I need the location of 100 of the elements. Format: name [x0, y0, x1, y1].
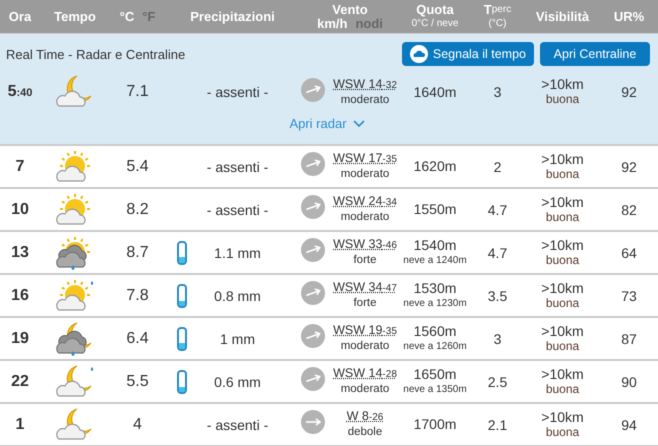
freezing-level: 1700m: [414, 417, 456, 432]
column-header: Visibilità: [534, 9, 590, 24]
hour-label: 19: [10, 330, 30, 348]
humidity-value: 92: [620, 84, 638, 100]
column-header: Quota: [416, 2, 454, 16]
wind-strength: moderato: [340, 382, 390, 397]
precipitation-gauge: [177, 240, 187, 264]
wind-direction-icon: [300, 280, 326, 306]
wind-gust-link[interactable]: -35: [382, 324, 397, 339]
wind-strength: forte: [353, 296, 376, 311]
chevron-down-icon[interactable]: [352, 120, 365, 128]
snow-level: neve a 1350m: [403, 382, 467, 396]
wind-speed-link[interactable]: W 8: [346, 409, 369, 424]
column-subtitle: 0°C / neve: [412, 16, 458, 30]
wind-speed-link[interactable]: WSW 17: [333, 151, 382, 166]
freezing-level: 1620m: [414, 159, 456, 174]
wind-direction-icon: [300, 76, 326, 102]
precipitation-gauge: [177, 284, 187, 308]
wind-gust-link[interactable]: -34: [382, 195, 397, 210]
wind-strength: moderato: [340, 339, 390, 354]
temperature: 8.2: [125, 200, 150, 218]
visibility-value: >10km: [541, 238, 584, 252]
wind-gust-link[interactable]: -46: [382, 238, 397, 253]
precipitation-gauge: [177, 326, 187, 350]
temperature: 7.1: [125, 83, 150, 101]
hour-label: 1: [14, 416, 26, 434]
wind-gust-link[interactable]: -47: [382, 281, 397, 296]
visibility-value: >10km: [541, 324, 584, 338]
perceived-temperature: 3: [492, 84, 502, 100]
cloud-icon: [410, 45, 428, 63]
freezing-level: 1540m: [414, 238, 456, 252]
hour-label: 5:40: [6, 83, 34, 101]
wind-gust-link[interactable]: -35: [382, 152, 397, 167]
wind-strength: forte: [353, 253, 376, 268]
precipitation-value: - assenti -: [206, 158, 270, 174]
freezing-level: 1530m: [414, 280, 456, 296]
wind-direction-icon: [300, 323, 326, 349]
perceived-temperature: 3.5: [486, 288, 508, 304]
freezing-level: 1650m: [414, 366, 456, 382]
wind-speed-link[interactable]: WSW 34: [333, 280, 382, 295]
precipitation-value: - assenti -: [206, 84, 270, 100]
perceived-temperature: 2: [492, 158, 502, 174]
humidity-value: 64: [620, 244, 638, 260]
temperature: 6.4: [125, 330, 150, 348]
precipitation-value: - assenti -: [206, 202, 270, 218]
open-stations-button[interactable]: Apri Centraline: [540, 42, 650, 66]
temperature: 5.5: [125, 372, 150, 390]
visibility-quality: buona: [546, 252, 580, 268]
temperature: 4: [132, 416, 143, 434]
wind-speed-link[interactable]: WSW 24: [333, 194, 382, 209]
column-header: Vento: [332, 2, 368, 16]
visibility-quality: buona: [546, 92, 580, 107]
freezing-level: 1550m: [414, 202, 456, 217]
hour-label: 22: [10, 372, 30, 390]
wind-direction-icon: [300, 194, 326, 220]
wind-gust-link[interactable]: -28: [382, 367, 397, 382]
precipitation-value: 0.6 mm: [213, 374, 262, 390]
perceived-temperature: 2.5: [486, 374, 508, 390]
precipitation-value: - assenti -: [206, 416, 270, 432]
wind-strength: debole: [348, 425, 382, 440]
visibility-value: >10km: [541, 77, 584, 92]
perceived-temperature: 4.7: [486, 244, 508, 260]
snow-level: neve a 1230m: [403, 296, 467, 310]
temperature: 8.7: [125, 244, 150, 262]
perceived-temperature: 4.7: [486, 202, 508, 218]
humidity-value: 94: [620, 416, 638, 432]
precipitation-value: 1 mm: [219, 330, 256, 346]
wind-strength: moderato: [340, 210, 390, 225]
freezing-level: 1640m: [414, 84, 456, 100]
perceived-temperature: 2.1: [486, 416, 508, 432]
precipitation-gauge: [177, 370, 187, 394]
hour-label: 7: [14, 158, 26, 176]
column-header: Ora: [8, 9, 32, 24]
visibility-value: >10km: [541, 152, 584, 166]
precipitation-value: 1.1 mm: [213, 244, 262, 260]
humidity-value: 92: [620, 158, 638, 174]
column-header: Precipitazioni: [189, 9, 276, 24]
hour-label: 16: [10, 286, 30, 304]
visibility-value: >10km: [541, 410, 584, 424]
hour-label: 10: [10, 200, 30, 218]
column-header: Tempo: [53, 9, 97, 24]
visibility-quality: buona: [546, 210, 580, 224]
precipitation-value: 0.8 mm: [213, 288, 262, 304]
column-subtitle: (°C): [488, 16, 506, 30]
visibility-quality: buona: [546, 382, 580, 396]
humidity-value: 87: [620, 330, 638, 346]
wind-speed-link[interactable]: WSW 14: [333, 76, 382, 92]
wind-gust-link[interactable]: -32: [382, 78, 397, 92]
report-weather-button[interactable]: Segnala il tempo: [402, 42, 534, 66]
wind-gust-link[interactable]: -26: [368, 410, 384, 425]
visibility-quality: buona: [546, 166, 580, 182]
column-header: UR%: [612, 9, 646, 24]
visibility-value: >10km: [541, 366, 584, 382]
visibility-quality: buona: [546, 424, 580, 440]
wind-speed-link[interactable]: WSW 33: [333, 237, 382, 252]
wind-direction-icon: [300, 366, 326, 392]
temperature: 7.8: [125, 286, 150, 304]
visibility-quality: buona: [546, 296, 580, 310]
wind-speed-link[interactable]: WSW 19: [333, 323, 382, 338]
wind-speed-link[interactable]: WSW 14: [333, 366, 382, 381]
